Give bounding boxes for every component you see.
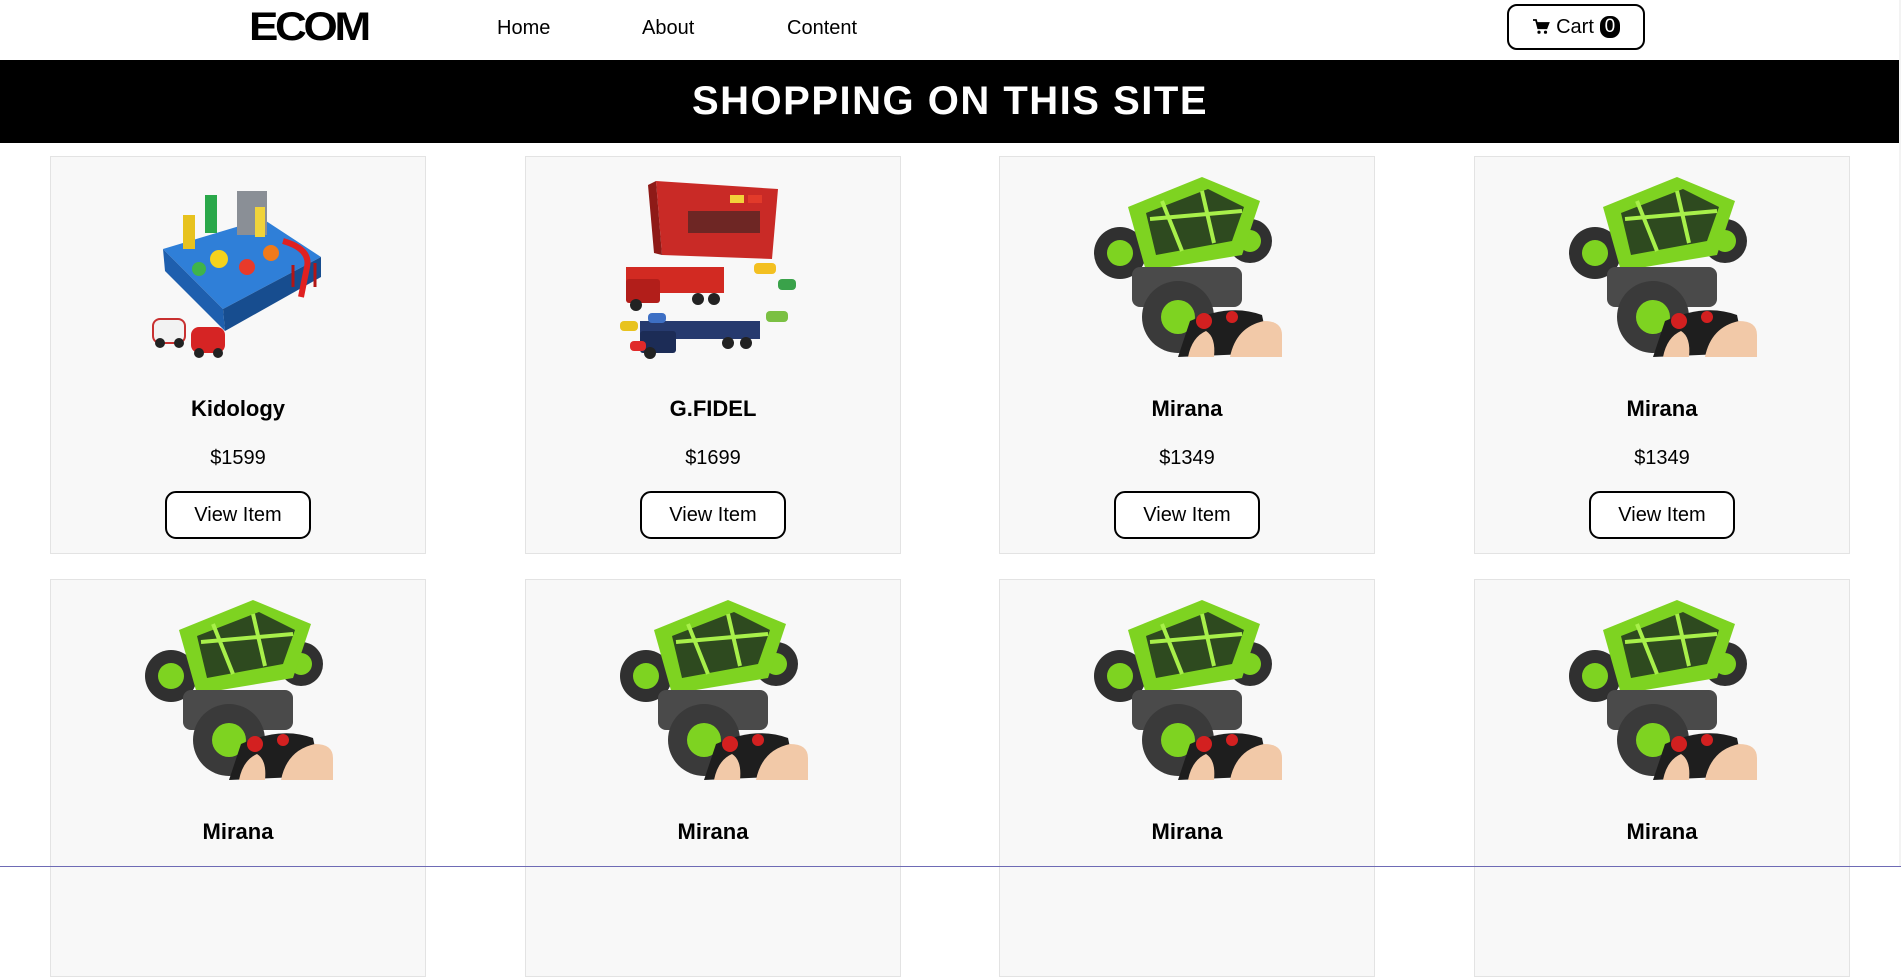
product-image-track-playset <box>152 191 321 358</box>
product-name: Mirana <box>1626 819 1698 844</box>
product-grid: Kidology $1599 View Item G.FIDEL $1699 V… <box>0 0 1901 977</box>
product-name: Mirana <box>1151 396 1223 421</box>
product-card: G.FIDEL $1699 View Item <box>525 156 901 554</box>
product-card: Mirana $1349 View Item <box>999 156 1375 554</box>
product-price: $1599 <box>210 447 266 469</box>
product-name: Mirana <box>1151 819 1223 844</box>
product-name: Mirana <box>202 819 274 844</box>
product-image-rc-truck <box>620 600 808 780</box>
product-card: Mirana $1349 View Item <box>1474 156 1850 554</box>
product-image-rc-truck <box>1569 177 1757 357</box>
product-card: Kidology $1599 View Item <box>50 156 426 554</box>
product-image-rc-truck <box>1094 600 1282 780</box>
product-price: $1349 <box>1634 447 1690 469</box>
product-name: Mirana <box>677 819 749 844</box>
view-item-button[interactable]: View Item <box>165 491 311 539</box>
product-image-car-carrier <box>620 181 796 359</box>
product-card: Mirana <box>999 579 1375 977</box>
view-item-button[interactable]: View Item <box>640 491 786 539</box>
product-card: Mirana <box>1474 579 1850 977</box>
product-image-rc-truck <box>1094 177 1282 357</box>
product-name: Mirana <box>1626 396 1698 421</box>
product-image-rc-truck <box>1569 600 1757 780</box>
product-price: $1699 <box>685 447 741 469</box>
view-item-button[interactable]: View Item <box>1589 491 1735 539</box>
product-price: $1349 <box>1159 447 1215 469</box>
product-name: G.FIDEL <box>669 396 757 421</box>
view-item-button[interactable]: View Item <box>1114 491 1260 539</box>
product-card: Mirana <box>525 579 901 977</box>
product-card: Mirana <box>50 579 426 977</box>
product-name: Kidology <box>190 396 286 421</box>
product-image-rc-truck <box>145 600 333 780</box>
